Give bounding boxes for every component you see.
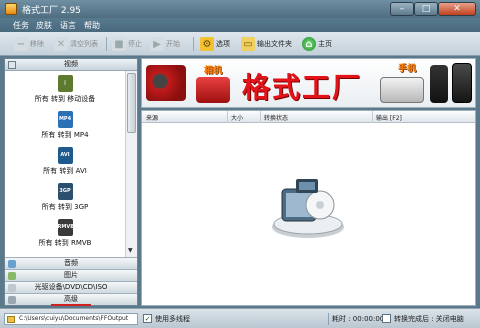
table-header: 来源 大小 转换状态 输出 [F2] <box>142 111 475 123</box>
remove-icon: − <box>14 37 28 51</box>
smartphone-icon <box>452 63 472 103</box>
menu-skin[interactable]: 皮肤 <box>36 20 52 31</box>
phone-icon <box>430 65 448 103</box>
sidebar-header-advanced[interactable]: 高级 <box>5 293 137 306</box>
column-source[interactable]: 来源 <box>146 113 158 122</box>
elapsed-time: 耗时 : 00:00:00 <box>332 315 385 323</box>
phone-tag: 手机 <box>398 64 417 74</box>
sidebar-header-picture[interactable]: 图片 <box>5 269 137 281</box>
status-divider <box>328 313 329 325</box>
advanced-icon <box>8 296 16 304</box>
multithread-checkbox[interactable]: ✓ <box>143 314 152 323</box>
sidebar-header-disc[interactable]: 光驱设备\DVD\CD\ISO <box>5 281 137 293</box>
list-item[interactable]: AVI 所有 转到 AVI <box>5 147 125 176</box>
mp4-icon: MP4 <box>57 111 73 128</box>
red-underline-mark <box>51 304 91 306</box>
video-section-icon <box>8 61 16 69</box>
scrollbar-thumb[interactable] <box>127 73 136 133</box>
banner: 相机 格式工厂 手机 <box>141 58 476 108</box>
video-function-list: ▯ 所有 转到 移动设备 MP4 所有 转到 MP4 AVI 所有 转到 AVI… <box>5 71 137 257</box>
maximize-button[interactable]: □ <box>414 2 438 16</box>
clear-list-button[interactable]: ✕ 清空列表 <box>54 36 98 52</box>
function-sidebar: 视频 ▯ 所有 转到 移动设备 MP4 所有 转到 MP4 AVI 所有 转到 … <box>4 58 138 306</box>
list-item[interactable]: ▯ 所有 转到 移动设备 <box>5 75 125 104</box>
remove-button[interactable]: − 移除 <box>14 36 44 52</box>
status-bar: C:\Users\cuiyu\Documents\FFOutput ✓ 使用多线… <box>0 308 480 328</box>
home-globe-icon: ⌂ <box>302 37 316 51</box>
avi-icon: AVI <box>57 147 73 164</box>
audio-icon <box>8 260 16 268</box>
start-icon: ▶ <box>150 37 164 51</box>
folder-icon <box>7 316 15 323</box>
column-size[interactable]: 大小 <box>231 113 243 122</box>
column-status[interactable]: 转换状态 <box>264 113 288 122</box>
menu-bar: 任务 皮肤 语言 帮助 <box>0 18 480 32</box>
window-title: 格式工厂 2.95 <box>22 6 81 16</box>
rmvb-icon: RMVB <box>57 219 74 236</box>
after-conversion-label: 转换完成后 : 关闭电脑 <box>394 315 464 323</box>
column-divider <box>227 111 228 123</box>
picture-icon <box>8 272 16 280</box>
format-factory-logo-icon <box>272 179 344 238</box>
list-item[interactable]: 3GP 所有 转到 3GP <box>5 183 125 212</box>
disc-icon <box>8 284 16 292</box>
app-icon <box>5 3 17 15</box>
mobile-device-icon: ▯ <box>57 75 73 92</box>
home-button[interactable]: ⌂ 主页 <box>302 36 332 52</box>
close-button[interactable]: ✕ <box>438 2 476 16</box>
menu-task[interactable]: 任务 <box>13 20 29 31</box>
list-item[interactable]: MP4 所有 转到 MP4 <box>5 111 125 140</box>
sidebar-scrollbar[interactable]: ▼ <box>125 71 137 257</box>
column-output[interactable]: 输出 [F2] <box>376 113 402 122</box>
output-folder-button[interactable]: ▭ 输出文件夹 <box>241 36 292 52</box>
start-button[interactable]: ▶ 开始 <box>150 36 180 52</box>
camcorder-icon <box>146 65 186 101</box>
scroll-down-arrow-icon[interactable]: ▼ <box>128 247 133 254</box>
menu-language[interactable]: 语言 <box>60 20 76 31</box>
multithread-label: 使用多线程 <box>155 315 190 323</box>
camera-icon <box>196 77 230 103</box>
menu-help[interactable]: 帮助 <box>84 20 100 31</box>
handheld-device-icon <box>380 77 424 103</box>
stop-icon: ■ <box>112 37 126 51</box>
banner-title: 格式工厂 <box>242 71 363 104</box>
3gp-icon: 3GP <box>57 183 73 200</box>
minimize-button[interactable]: – <box>390 2 414 16</box>
toolbar: − 移除 ✕ 清空列表 ■ 停止 ▶ 开始 ⚙ 选项 ▭ 输出文件夹 ⌂ 主页 <box>0 32 480 56</box>
options-button[interactable]: ⚙ 选项 <box>200 36 230 52</box>
stop-button[interactable]: ■ 停止 <box>112 36 142 52</box>
column-divider <box>372 111 373 123</box>
sidebar-header-audio[interactable]: 音频 <box>5 257 137 269</box>
clear-list-icon: ✕ <box>54 37 68 51</box>
sidebar-header-video[interactable]: 视频 <box>5 59 137 71</box>
list-item[interactable]: RMVB 所有 转到 RMVB <box>5 219 125 248</box>
output-path-field[interactable]: C:\Users\cuiyu\Documents\FFOutput <box>4 313 138 325</box>
title-bar: 格式工厂 2.95 – □ ✕ <box>0 0 480 18</box>
column-divider <box>260 111 261 123</box>
toolbar-separator <box>193 37 194 51</box>
folder-icon: ▭ <box>241 37 255 51</box>
camera-tag: 相机 <box>204 66 223 76</box>
after-conversion-checkbox[interactable] <box>382 314 391 323</box>
toolbar-separator <box>106 37 107 51</box>
gear-icon: ⚙ <box>200 37 214 51</box>
task-list[interactable]: 来源 大小 转换状态 输出 [F2] <box>141 110 476 306</box>
